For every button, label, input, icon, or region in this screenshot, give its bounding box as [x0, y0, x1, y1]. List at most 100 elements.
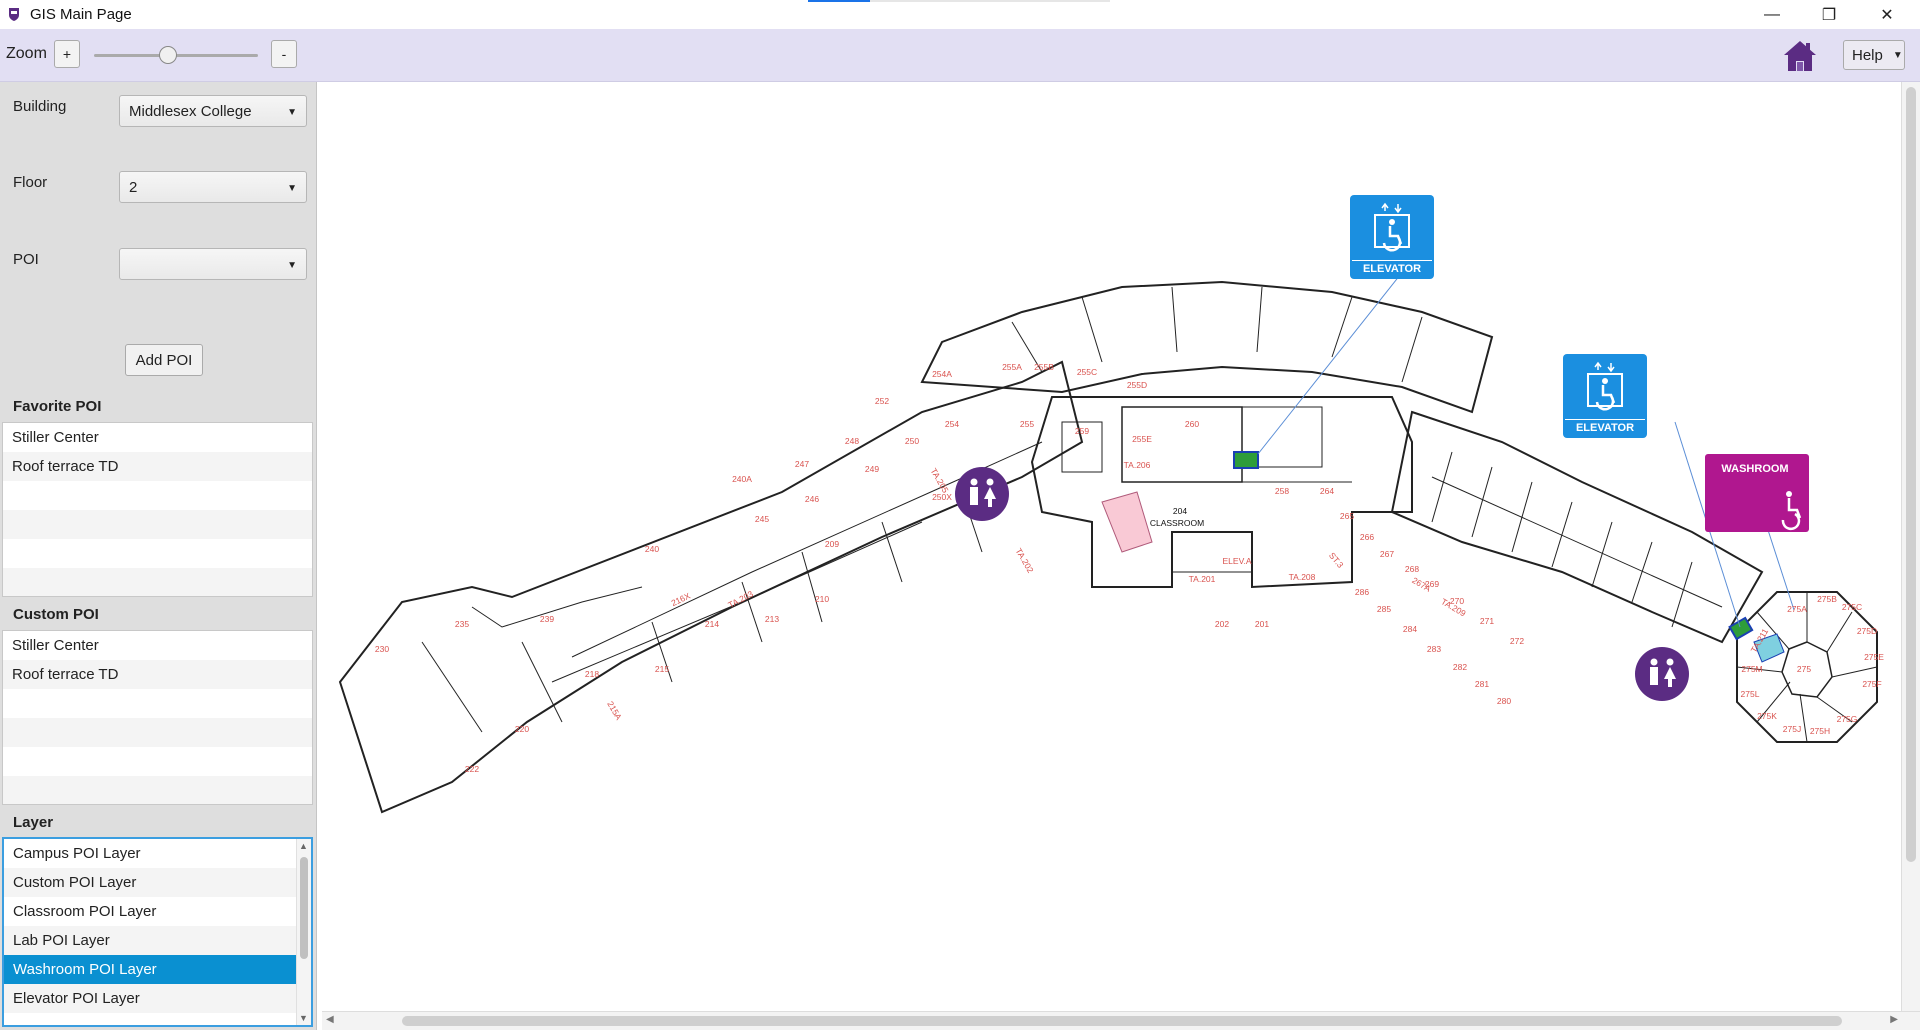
room-label: 266 — [1360, 532, 1374, 542]
room-label: 254A — [932, 369, 952, 379]
layer-item-classroom[interactable]: Classroom POI Layer — [4, 897, 311, 926]
layer-item-campus[interactable]: Campus POI Layer — [4, 839, 311, 868]
list-item[interactable]: Roof terrace TD — [3, 660, 312, 689]
room-label: 222 — [465, 764, 479, 774]
floor-plan[interactable]: 230235222220218215A215214216X21321020923… — [322, 82, 1902, 1012]
restroom-marker-icon[interactable] — [1635, 647, 1689, 701]
room-label: 214 — [705, 619, 719, 629]
room-label: TA.201 — [1189, 574, 1216, 584]
room-label: 275L — [1741, 689, 1760, 699]
room-label: ST.3 — [1327, 550, 1346, 570]
room-label: 213 — [765, 614, 779, 624]
map-view[interactable]: 230 235 222 220 218 215A 215 214 216X 213 210 209 23… — [322, 82, 1920, 1030]
room-label: 247 — [795, 459, 809, 469]
custom-poi-title: Custom POI — [13, 606, 99, 623]
floor-label: Floor — [13, 174, 48, 191]
room-label: 255B — [1034, 362, 1054, 372]
room-label: 260 — [1185, 419, 1199, 429]
map-horizontal-scrollbar[interactable]: ◀ ▶ — [322, 1011, 1920, 1030]
left-panel: Building Middlesex College ▼ Floor 2 ▼ P… — [0, 82, 317, 1030]
room-label: 275A — [1787, 604, 1807, 614]
room-label: 239 — [540, 614, 554, 624]
room-label: 267A — [1410, 575, 1432, 594]
washroom-poi-sign[interactable]: WASHROOM — [1705, 454, 1809, 532]
zoom-in-button[interactable]: + — [54, 40, 80, 68]
room-label: 275G — [1837, 714, 1858, 724]
layer-list[interactable]: Campus POI Layer Custom POI Layer Classr… — [2, 837, 313, 1027]
app-logo-icon — [9, 8, 19, 21]
room-label: 280 — [1497, 696, 1511, 706]
room-label: 284 — [1403, 624, 1417, 634]
room-label: 248 — [845, 436, 859, 446]
poi-label: POI — [13, 251, 39, 268]
favorite-poi-list[interactable]: Stiller Center Roof terrace TD — [2, 422, 313, 597]
layer-item-washroom[interactable]: Washroom POI Layer — [4, 955, 311, 984]
restore-button[interactable]: ❐ — [1802, 0, 1856, 29]
tab-indicator — [808, 0, 1110, 2]
list-item-empty — [3, 539, 312, 568]
list-item[interactable]: Stiller Center — [3, 423, 312, 452]
room-label: 210 — [815, 594, 829, 604]
room-label: 255A — [1002, 362, 1022, 372]
room-label: 215A — [605, 699, 624, 721]
elevator-poi-sign[interactable]: ELEVATOR — [1563, 354, 1647, 438]
room-label: 246 — [805, 494, 819, 504]
help-menu-button[interactable]: Help ▼ — [1843, 40, 1905, 70]
elevator-sign-label: ELEVATOR — [1363, 263, 1421, 275]
list-item-empty — [3, 718, 312, 747]
room-label: 258 — [1275, 486, 1289, 496]
room-label: 245 — [755, 514, 769, 524]
room-label: 275E — [1864, 652, 1884, 662]
help-label: Help — [1852, 46, 1883, 64]
elevator-poi-sign[interactable]: ELEVATOR — [1350, 195, 1434, 279]
zoom-slider-thumb[interactable] — [158, 46, 177, 64]
zoom-out-button[interactable]: - — [271, 40, 297, 68]
floor-value: 2 — [129, 179, 138, 196]
minimize-button[interactable]: — — [1745, 0, 1799, 29]
room-label: 249 — [865, 464, 879, 474]
chevron-down-icon: ▼ — [287, 260, 297, 271]
list-item-empty — [3, 510, 312, 539]
poi-select[interactable]: ▼ — [119, 248, 307, 280]
toolbar: Zoom + - Help ▼ — [0, 29, 1920, 82]
room-label: 255 — [1020, 419, 1034, 429]
close-button[interactable]: ✕ — [1860, 0, 1914, 29]
layer-item-custom[interactable]: Custom POI Layer — [4, 868, 311, 897]
home-icon[interactable] — [1782, 38, 1818, 74]
list-item[interactable]: Stiller Center — [3, 631, 312, 660]
room-label: 250 — [905, 436, 919, 446]
layer-item-lab[interactable]: Lab POI Layer — [4, 926, 311, 955]
building-label: Building — [13, 98, 67, 115]
room-label: 283 — [1427, 644, 1441, 654]
title-bar: GIS Main Page — ❐ ✕ — [0, 0, 1920, 29]
building-select[interactable]: Middlesex College ▼ — [119, 95, 307, 127]
list-item[interactable]: Roof terrace TD — [3, 452, 312, 481]
add-poi-button[interactable]: Add POI — [125, 344, 203, 376]
room-label: 275F — [1862, 679, 1881, 689]
room-label: TA.205 — [929, 466, 951, 494]
room-label: 286 — [1355, 587, 1369, 597]
room-label: 230 — [375, 644, 389, 654]
room-label: 220 — [515, 724, 529, 734]
room-label: 275H — [1810, 726, 1830, 736]
room-label: 268 — [1405, 564, 1419, 574]
room-label: 275J — [1783, 724, 1801, 734]
custom-poi-list[interactable]: Stiller Center Roof terrace TD — [2, 630, 313, 805]
room-label: CLASSROOM — [1150, 518, 1204, 528]
restroom-marker-icon[interactable] — [955, 467, 1009, 521]
room-label: 240A — [732, 474, 752, 484]
floor-select[interactable]: 2 ▼ — [119, 171, 307, 203]
room-label: 275C — [1842, 602, 1862, 612]
window-title: GIS Main Page — [30, 6, 132, 23]
room-label: 275K — [1757, 711, 1777, 721]
layer-list-scrollbar[interactable]: ▲ ▼ — [296, 839, 311, 1025]
list-item-empty — [3, 747, 312, 776]
map-vertical-scrollbar[interactable] — [1901, 82, 1920, 1012]
room-label: 275D — [1857, 626, 1877, 636]
room-label: 240 — [645, 544, 659, 554]
room-label: 272 — [1510, 636, 1524, 646]
layer-item-elevator[interactable]: Elevator POI Layer — [4, 984, 311, 1013]
list-item-empty — [3, 689, 312, 718]
room-label: 202 — [1215, 619, 1229, 629]
room-label: ELEV.A — [1223, 556, 1252, 566]
